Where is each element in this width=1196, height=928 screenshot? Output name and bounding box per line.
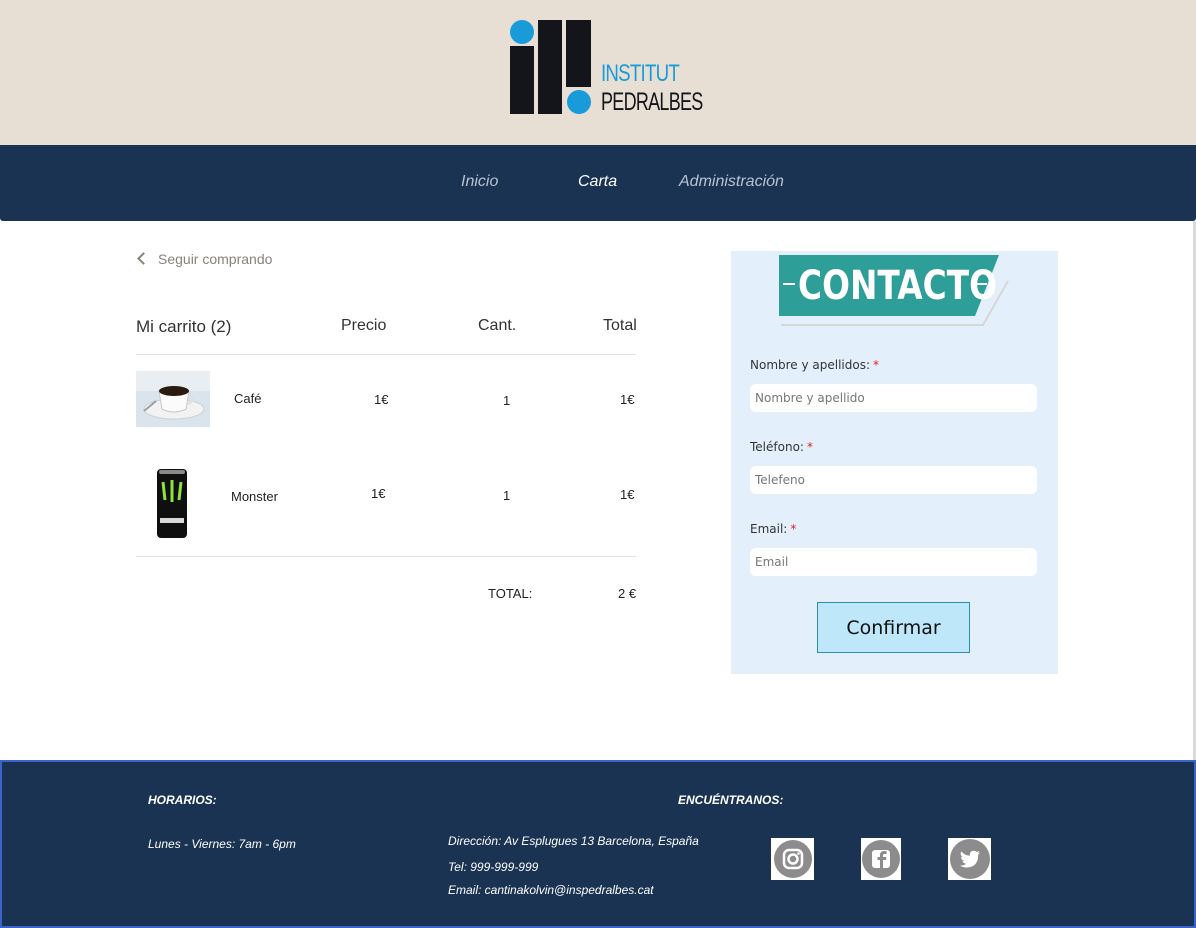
facebook-link[interactable] bbox=[861, 838, 901, 880]
chevron-left-icon bbox=[137, 252, 150, 265]
logo-dot-top bbox=[510, 20, 534, 44]
item-qty: 1 bbox=[503, 488, 511, 503]
column-header-qty: Cant. bbox=[478, 317, 517, 334]
name-input[interactable] bbox=[750, 384, 1037, 412]
item-qty: 1 bbox=[503, 393, 511, 408]
required-mark: * bbox=[806, 440, 813, 454]
contact-form-panel: CONTACTO Nombre y apellidos:* Teléfono:*… bbox=[731, 251, 1058, 674]
continue-shopping-label: Seguir comprando bbox=[158, 251, 273, 267]
email-input[interactable] bbox=[750, 548, 1037, 576]
cart-total-value: 2 € bbox=[618, 586, 637, 601]
name-label-text: Nombre y apellidos: bbox=[750, 358, 871, 372]
contacto-banner-text: CONTACTO bbox=[798, 263, 997, 309]
phone-label-text: Teléfono: bbox=[750, 440, 804, 454]
site-header: INSTITUT PEDRALBES bbox=[0, 0, 1196, 145]
site-footer: HORARIOS: Lunes - Viernes: 7am - 6pm ENC… bbox=[0, 760, 1196, 928]
cart-total-label: TOTAL: bbox=[488, 586, 533, 601]
nav-item-administracion[interactable]: Administración bbox=[679, 173, 784, 191]
column-header-total: Total bbox=[603, 317, 637, 334]
cart-row: Monster 1€ 1 1€ bbox=[136, 466, 636, 540]
name-field-label: Nombre y apellidos: * bbox=[750, 358, 879, 372]
cart-divider-top bbox=[136, 354, 636, 355]
logo-bar-2 bbox=[538, 20, 562, 114]
logo-text-institut: INSTITUT bbox=[601, 60, 680, 87]
phone-input[interactable] bbox=[750, 466, 1037, 494]
cart-title: Mi carrito (2) bbox=[136, 317, 232, 336]
cart-divider-bottom bbox=[136, 556, 636, 557]
item-price: 1€ bbox=[374, 392, 389, 407]
twitter-link[interactable] bbox=[948, 838, 991, 880]
facebook-icon bbox=[862, 840, 900, 878]
email-field-label: Email: * bbox=[750, 522, 796, 536]
required-mark: * bbox=[790, 522, 797, 536]
phone-field-label: Teléfono: * bbox=[750, 440, 813, 454]
address-text: Dirección: Av Esplugues 13 Barcelona, Es… bbox=[448, 834, 699, 848]
item-total: 1€ bbox=[620, 487, 635, 502]
required-mark: * bbox=[873, 358, 880, 372]
coffee-cup-image bbox=[136, 371, 210, 427]
monster-can-image bbox=[136, 466, 210, 540]
main-nav: Inicio Carta Administración bbox=[0, 145, 1196, 221]
logo-bar-3 bbox=[566, 20, 591, 87]
phone-text: Tel: 999-999-999 bbox=[448, 860, 539, 874]
instagram-link[interactable] bbox=[771, 838, 814, 880]
item-name: Monster bbox=[231, 489, 278, 504]
item-total: 1€ bbox=[620, 392, 635, 407]
twitter-icon bbox=[949, 839, 990, 879]
hours-title: HORARIOS: bbox=[148, 793, 217, 807]
logo-bar-1 bbox=[510, 46, 534, 114]
find-us-title: ENCUÉNTRANOS: bbox=[678, 793, 784, 807]
confirm-button[interactable]: Confirmar bbox=[817, 602, 970, 653]
institut-pedralbes-logo[interactable]: INSTITUT PEDRALBES bbox=[508, 18, 703, 118]
cart-row: Café 1€ 1 1€ bbox=[136, 371, 636, 427]
nav-item-inicio[interactable]: Inicio bbox=[461, 173, 498, 191]
hours-text: Lunes - Viernes: 7am - 6pm bbox=[148, 837, 296, 851]
continue-shopping-link[interactable]: Seguir comprando bbox=[136, 251, 272, 267]
logo-dot-bottom bbox=[567, 90, 591, 114]
item-name: Café bbox=[234, 391, 262, 406]
nav-item-carta[interactable]: Carta bbox=[578, 173, 617, 191]
column-header-price: Precio bbox=[341, 317, 387, 334]
email-label-text: Email: bbox=[750, 522, 788, 536]
logo-text-pedralbes: PEDRALBES bbox=[601, 88, 703, 116]
instagram-icon bbox=[773, 840, 812, 878]
email-text: Email: cantinakolvin@inspedralbes.cat bbox=[448, 883, 654, 897]
item-price: 1€ bbox=[371, 486, 386, 501]
